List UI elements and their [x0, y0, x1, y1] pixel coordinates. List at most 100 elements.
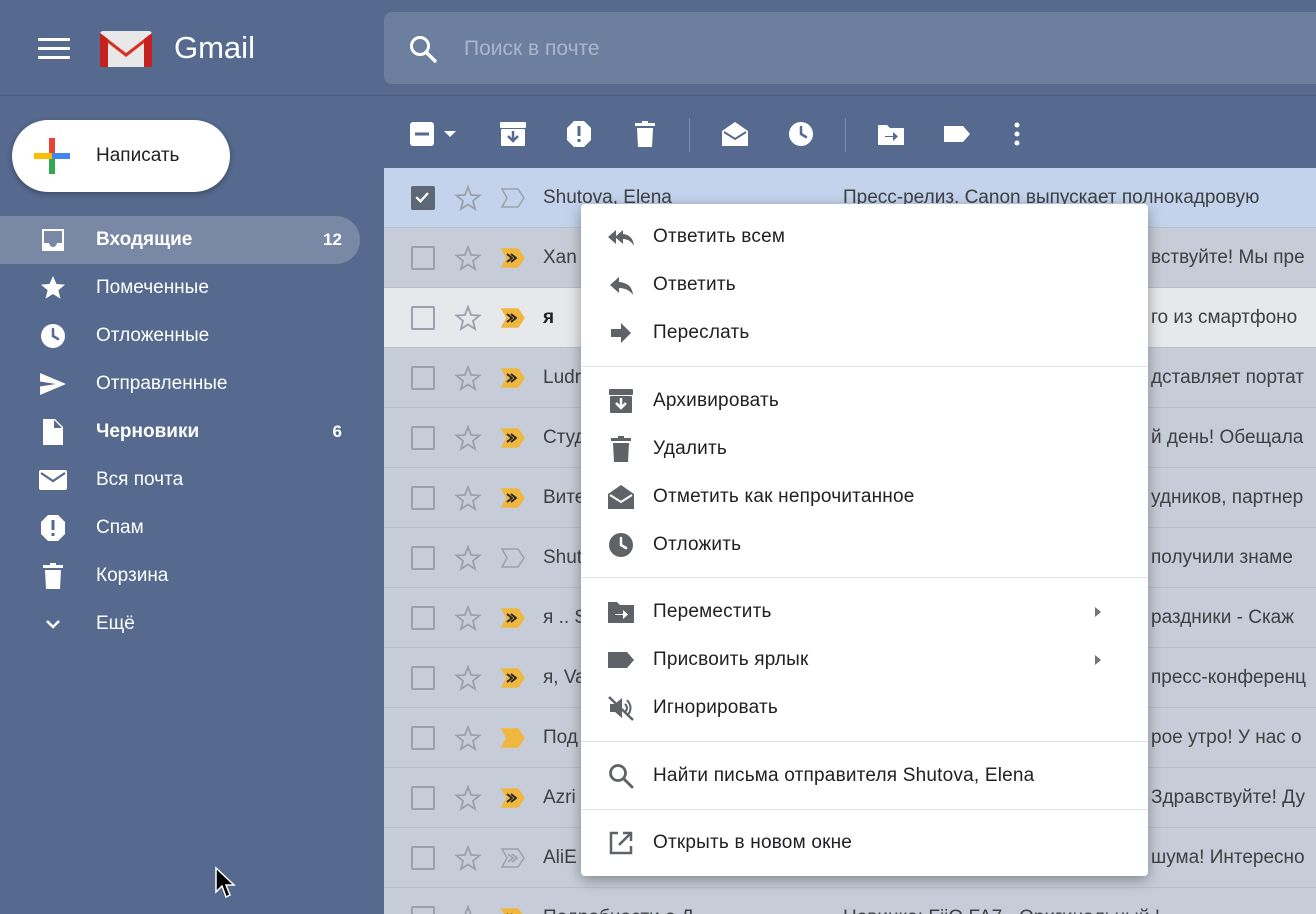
- delete-icon[interactable]: [630, 120, 660, 148]
- email-sender: Под: [543, 727, 578, 748]
- importance-marker-icon[interactable]: [500, 187, 526, 209]
- star-icon[interactable]: [454, 244, 482, 272]
- row-checkbox[interactable]: [411, 426, 435, 450]
- importance-marker-icon[interactable]: [500, 907, 526, 914]
- sidebar-item-drafts[interactable]: Черновики 6: [0, 408, 360, 456]
- select-all-icon[interactable]: [408, 120, 460, 148]
- archive-icon[interactable]: [498, 120, 528, 148]
- label-icon[interactable]: [942, 120, 972, 148]
- star-icon[interactable]: [454, 364, 482, 392]
- star-icon[interactable]: [454, 664, 482, 692]
- importance-marker-icon[interactable]: [500, 487, 526, 509]
- context-menu: Ответить всем Ответить Переслать Архивир…: [581, 204, 1148, 876]
- row-checkbox[interactable]: [411, 486, 435, 510]
- menu-item-label: Отложить: [653, 534, 742, 555]
- menu-item-snooze[interactable]: Отложить: [581, 521, 1148, 569]
- sidebar-item-label: Вся почта: [96, 469, 184, 490]
- snooze-icon[interactable]: [786, 120, 816, 148]
- menu-item-move[interactable]: Переместить: [581, 588, 1148, 636]
- menu-item-label: Отметить как непрочитанное: [653, 486, 915, 507]
- email-snippet: Здравствуйте! Ду: [1151, 787, 1305, 808]
- sidebar-item-label: Отправленные: [96, 373, 228, 394]
- menu-item-mark-unread[interactable]: Отметить как непрочитанное: [581, 473, 1148, 521]
- menu-item-archive[interactable]: Архивировать: [581, 377, 1148, 425]
- email-snippet: вствуйте! Мы пре: [1151, 247, 1305, 268]
- submenu-arrow-icon: [1095, 655, 1101, 665]
- importance-marker-icon[interactable]: [500, 727, 526, 749]
- row-checkbox[interactable]: [411, 786, 435, 810]
- star-icon[interactable]: [454, 604, 482, 632]
- menu-item-forward[interactable]: Переслать: [581, 309, 1148, 357]
- menu-divider: [581, 366, 1148, 367]
- importance-marker-icon[interactable]: [500, 787, 526, 809]
- search-input[interactable]: [462, 29, 1282, 69]
- star-icon[interactable]: [454, 424, 482, 452]
- unread-count: 12: [323, 230, 342, 249]
- importance-marker-icon[interactable]: [500, 247, 526, 269]
- move-to-icon[interactable]: [876, 120, 906, 148]
- menu-item-mute[interactable]: Игнорировать: [581, 684, 1148, 732]
- sidebar-item-spam[interactable]: Спам: [0, 504, 360, 552]
- importance-marker-icon[interactable]: [500, 847, 526, 869]
- menu-item-open-new-window[interactable]: Открыть в новом окне: [581, 819, 1148, 867]
- search-bar[interactable]: [384, 12, 1316, 84]
- row-checkbox[interactable]: [411, 726, 435, 750]
- menu-item-delete[interactable]: Удалить: [581, 425, 1148, 473]
- email-sender: Xan: [543, 247, 577, 268]
- row-checkbox[interactable]: [411, 606, 435, 630]
- email-subject: Новинка: FiiO FA7 - Оригинальный !...: [843, 907, 1176, 914]
- row-checkbox[interactable]: [411, 366, 435, 390]
- row-checkbox[interactable]: [411, 306, 435, 330]
- sidebar-item-label: Корзина: [96, 565, 169, 586]
- importance-marker-icon[interactable]: [500, 667, 526, 689]
- row-checkbox[interactable]: [411, 846, 435, 870]
- sidebar-item-snoozed[interactable]: Отложенные: [0, 312, 360, 360]
- menu-item-label[interactable]: Присвоить ярлык: [581, 636, 1148, 684]
- sidebar-item-label: Отложенные: [96, 325, 210, 346]
- search-icon[interactable]: [408, 34, 438, 64]
- sidebar-item-sent[interactable]: Отправленные: [0, 360, 360, 408]
- star-icon[interactable]: [454, 544, 482, 572]
- menu-divider: [581, 809, 1148, 810]
- sidebar-item-all-mail[interactable]: Вся почта: [0, 456, 360, 504]
- email-sender: Azri: [543, 787, 576, 808]
- more-icon[interactable]: [1002, 120, 1032, 148]
- row-checkbox[interactable]: [411, 246, 435, 270]
- importance-marker-icon[interactable]: [500, 547, 526, 569]
- chevron-down-icon: [46, 620, 60, 629]
- importance-marker-icon[interactable]: [500, 607, 526, 629]
- star-icon[interactable]: [454, 724, 482, 752]
- sidebar-item-more[interactable]: Ещё: [0, 600, 360, 648]
- importance-marker-icon[interactable]: [500, 427, 526, 449]
- search-icon: [609, 764, 634, 789]
- star-icon[interactable]: [454, 304, 482, 332]
- sidebar-item-inbox[interactable]: Входящие 12: [0, 216, 360, 264]
- menu-item-reply-all[interactable]: Ответить всем: [581, 213, 1148, 261]
- menu-item-find-from-sender[interactable]: Найти письма отправителя Shutova, Elena: [581, 752, 1148, 800]
- row-checkbox[interactable]: [411, 906, 435, 914]
- email-snippet: раздники - Скаж: [1151, 607, 1294, 628]
- move-to-icon: [608, 602, 634, 623]
- archive-icon: [609, 389, 633, 413]
- row-checkbox[interactable]: [411, 666, 435, 690]
- star-icon[interactable]: [454, 844, 482, 872]
- star-icon[interactable]: [454, 904, 482, 914]
- star-icon[interactable]: [454, 784, 482, 812]
- importance-marker-icon[interactable]: [500, 307, 526, 329]
- row-checkbox[interactable]: [411, 546, 435, 570]
- main-menu-button[interactable]: [38, 38, 70, 60]
- sidebar-item-starred[interactable]: Помеченные: [0, 264, 360, 312]
- star-icon[interactable]: [454, 184, 482, 212]
- row-checkbox[interactable]: [411, 186, 435, 210]
- mark-unread-icon[interactable]: [720, 120, 750, 148]
- star-icon[interactable]: [454, 484, 482, 512]
- email-snippet: пресс-конференц: [1151, 667, 1307, 688]
- email-snippet: удников, партнер: [1151, 487, 1304, 508]
- email-sender: Ludr: [543, 367, 582, 388]
- menu-item-reply[interactable]: Ответить: [581, 261, 1148, 309]
- compose-button[interactable]: Написать: [12, 120, 230, 192]
- sidebar-item-trash[interactable]: Корзина: [0, 552, 360, 600]
- importance-marker-icon[interactable]: [500, 367, 526, 389]
- email-row[interactable]: Подробности о Д... Новинка: FiiO FA7 - Ор…: [384, 888, 1316, 914]
- report-spam-icon[interactable]: [564, 120, 594, 148]
